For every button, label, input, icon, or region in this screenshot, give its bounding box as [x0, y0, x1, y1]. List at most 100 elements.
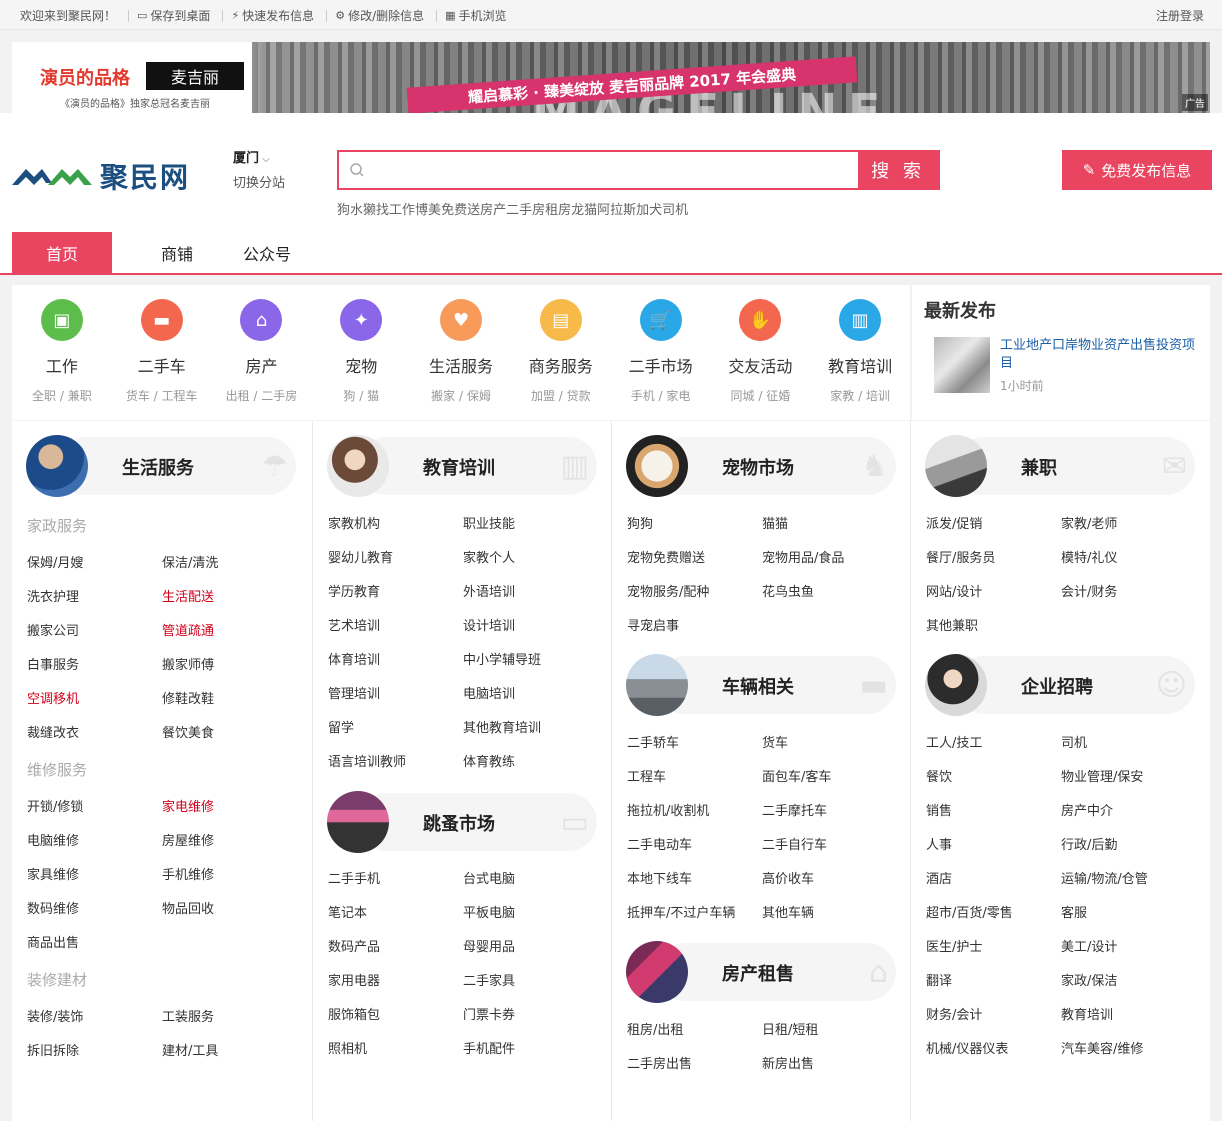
recruitment-item[interactable]: 客服 [1061, 902, 1087, 921]
flea-market-item[interactable]: 笔记本 [328, 902, 367, 921]
recruitment-item[interactable]: 司机 [1061, 732, 1087, 751]
vehicles-header[interactable]: 车辆相关 ▬ [626, 654, 896, 716]
housing-item[interactable]: 新房出售 [762, 1053, 814, 1072]
life-service-item[interactable]: 开锁/修锁 [27, 796, 83, 815]
pet-market-item[interactable]: 狗狗 [627, 513, 653, 532]
hot-keyword-link[interactable]: 博美 [415, 199, 441, 218]
vehicles-item[interactable]: 面包车/客车 [762, 766, 831, 785]
part-time-header[interactable]: 兼职 ✉ [925, 435, 1195, 497]
part-time-item[interactable]: 餐厅/服务员 [926, 547, 995, 566]
recruitment-item[interactable]: 财务/会计 [926, 1004, 982, 1023]
vehicles-item[interactable]: 二手电动车 [627, 834, 692, 853]
ad-banner[interactable]: 演员的品格 麦吉丽 《演员的品格》独家总冠名麦吉丽 MAGELINE 耀启慕彩 … [12, 42, 1210, 113]
recruitment-item[interactable]: 运输/物流/仓管 [1061, 868, 1148, 887]
education-header[interactable]: 教育培训 ▥ [327, 435, 597, 497]
recruitment-item[interactable]: 美工/设计 [1061, 936, 1117, 955]
life-service-item[interactable]: 房屋维修 [162, 830, 214, 849]
search-button[interactable]: 搜 索 [858, 152, 938, 188]
vehicles-item[interactable]: 工程车 [627, 766, 666, 785]
recruitment-item[interactable]: 人事 [926, 834, 952, 853]
education-item[interactable]: 体育教练 [463, 751, 515, 770]
pet-market-item[interactable]: 花鸟虫鱼 [762, 581, 814, 600]
hot-keyword-link[interactable]: 二手房 [506, 199, 545, 218]
education-item[interactable]: 中小学辅导班 [463, 649, 541, 668]
part-time-item[interactable]: 模特/礼仪 [1061, 547, 1117, 566]
recruitment-item[interactable]: 超市/百货/零售 [926, 902, 1013, 921]
education-item[interactable]: 留学 [328, 717, 354, 736]
vehicles-item[interactable]: 二手轿车 [627, 732, 679, 751]
part-time-item[interactable]: 其他兼职 [926, 615, 978, 634]
pet-market-item[interactable]: 宠物服务/配种 [627, 581, 709, 600]
flea-market-item[interactable]: 平板电脑 [463, 902, 515, 921]
education-item[interactable]: 职业技能 [463, 513, 515, 532]
life-service-item[interactable]: 餐饮美食 [162, 722, 214, 741]
life-service-item[interactable]: 保洁/清洗 [162, 552, 218, 571]
education-item[interactable]: 语言培训教师 [328, 751, 406, 770]
life-services-header[interactable]: 生活服务 ☂ [26, 435, 296, 497]
life-service-item[interactable]: 保姆/月嫂 [27, 552, 83, 571]
education-item[interactable]: 学历教育 [328, 581, 380, 600]
life-service-item[interactable]: 工装服务 [162, 1006, 214, 1025]
education-item[interactable]: 设计培训 [463, 615, 515, 634]
life-service-item[interactable]: 裁缝改衣 [27, 722, 79, 741]
save-to-desktop-link[interactable]: ▭ 保存到桌面 [137, 7, 210, 24]
pet-market-item[interactable]: 猫猫 [762, 513, 788, 532]
vehicles-item[interactable]: 拖拉机/收割机 [627, 800, 709, 819]
life-service-item[interactable]: 家具维修 [27, 864, 79, 883]
life-service-item[interactable]: 装修/装饰 [27, 1006, 83, 1025]
recruitment-item[interactable]: 房产中介 [1061, 800, 1113, 819]
category-7[interactable]: 🛒 二手市场 手机 / 家电 [611, 285, 711, 420]
recruitment-item[interactable]: 翻译 [926, 970, 952, 989]
vehicles-item[interactable]: 抵押车/不过户车辆 [627, 902, 735, 921]
housing-item[interactable]: 租房/出租 [627, 1019, 683, 1038]
tab-shops[interactable]: 商铺 [112, 232, 242, 273]
search-input[interactable] [375, 152, 858, 188]
life-service-item[interactable]: 拆旧拆除 [27, 1040, 79, 1059]
recruitment-item[interactable]: 酒店 [926, 868, 952, 887]
education-item[interactable]: 婴幼儿教育 [328, 547, 393, 566]
part-time-item[interactable]: 家教/老师 [1061, 513, 1117, 532]
hot-keyword-link[interactable]: 租房 [545, 199, 571, 218]
life-service-item[interactable]: 物品回收 [162, 898, 214, 917]
flea-market-item[interactable]: 母婴用品 [463, 936, 515, 955]
housing-header[interactable]: 房产租售 ⌂ [626, 941, 896, 1003]
recruitment-item[interactable]: 机械/仪器仪表 [926, 1038, 1008, 1057]
recruitment-item[interactable]: 汽车美容/维修 [1061, 1038, 1143, 1057]
recruitment-header[interactable]: 企业招聘 ☺ [925, 654, 1195, 716]
pet-market-item[interactable]: 寻宠启事 [627, 615, 679, 634]
category-6[interactable]: ▤ 商务服务 加盟 / 贷款 [511, 285, 611, 420]
register-link[interactable]: 注册 [1156, 7, 1180, 24]
publish-button[interactable]: ✎ 免费发布信息 [1062, 150, 1212, 190]
category-5[interactable]: ♥ 生活服务 搬家 / 保姆 [411, 285, 511, 420]
flea-market-item[interactable]: 家用电器 [328, 970, 380, 989]
vehicles-item[interactable]: 二手自行车 [762, 834, 827, 853]
life-service-item[interactable]: 搬家公司 [27, 620, 79, 639]
switch-city-link[interactable]: 切换分站 [233, 172, 285, 191]
recruitment-item[interactable]: 销售 [926, 800, 952, 819]
flea-market-item[interactable]: 照相机 [328, 1038, 367, 1057]
hot-keyword-link[interactable]: 房产 [480, 199, 506, 218]
tab-official-account[interactable]: 公众号 [242, 232, 292, 273]
housing-item[interactable]: 日租/短租 [762, 1019, 818, 1038]
education-item[interactable]: 家教个人 [463, 547, 515, 566]
site-logo[interactable]: 聚民网 [12, 156, 190, 196]
life-service-item[interactable]: 搬家师傅 [162, 654, 214, 673]
part-time-item[interactable]: 网站/设计 [926, 581, 982, 600]
vehicles-item[interactable]: 其他车辆 [762, 902, 814, 921]
flea-market-item[interactable]: 手机配件 [463, 1038, 515, 1057]
recruitment-item[interactable]: 工人/技工 [926, 732, 982, 751]
life-service-item[interactable]: 建材/工具 [162, 1040, 218, 1059]
education-item[interactable]: 体育培训 [328, 649, 380, 668]
flea-market-header[interactable]: 跳蚤市场 ▭ [327, 791, 597, 853]
flea-market-item[interactable]: 二手手机 [328, 868, 380, 887]
life-service-item[interactable]: 生活配送 [162, 586, 214, 605]
education-item[interactable]: 艺术培训 [328, 615, 380, 634]
life-service-item[interactable]: 电脑维修 [27, 830, 79, 849]
latest-thumbnail[interactable] [934, 337, 990, 393]
education-item[interactable]: 外语培训 [463, 581, 515, 600]
part-time-item[interactable]: 会计/财务 [1061, 581, 1117, 600]
life-service-item[interactable]: 白事服务 [27, 654, 79, 673]
flea-market-item[interactable]: 服饰箱包 [328, 1004, 380, 1023]
pet-market-header[interactable]: 宠物市场 ♞ [626, 435, 896, 497]
hot-keyword-link[interactable]: 狗 [337, 199, 350, 218]
